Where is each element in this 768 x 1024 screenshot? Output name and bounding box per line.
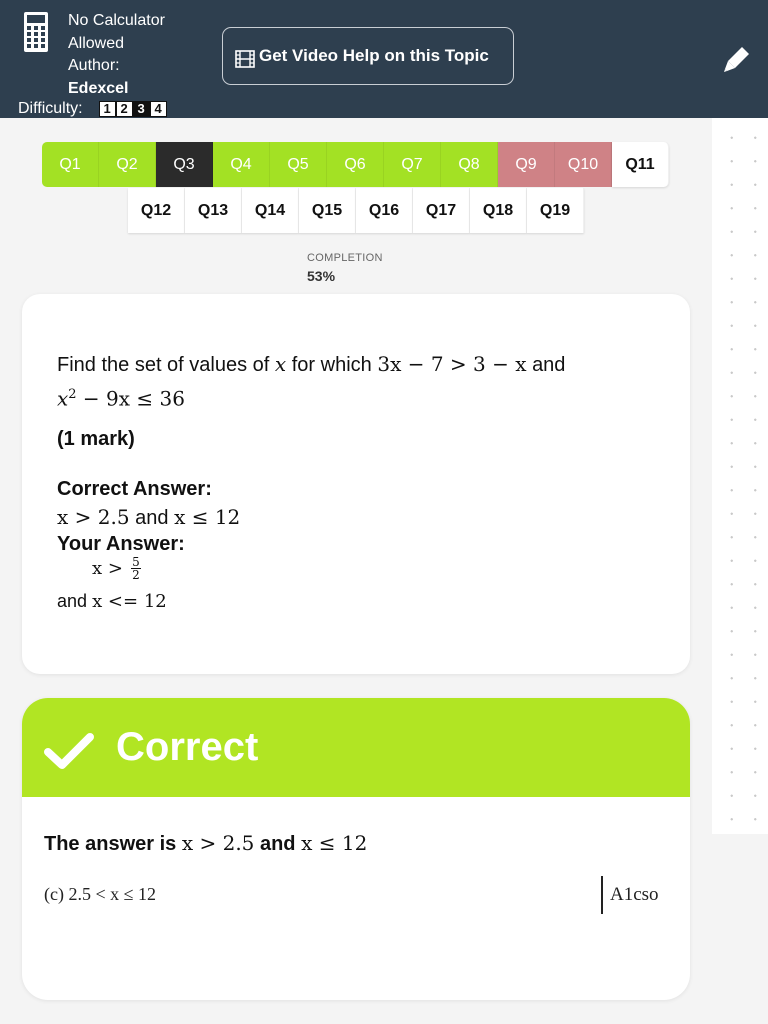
your-answer-and: and bbox=[57, 591, 88, 611]
question-text: Find the set of values of x for which 3x… bbox=[57, 350, 657, 415]
question-card: Find the set of values of x for which 3x… bbox=[22, 294, 690, 674]
question-tab-q1[interactable]: Q1 bbox=[42, 142, 99, 187]
question-tab-q14[interactable]: Q14 bbox=[242, 188, 299, 233]
your-answer-label: Your Answer: bbox=[57, 533, 185, 555]
question-tab-q12[interactable]: Q12 bbox=[128, 188, 185, 233]
feedback-answer-part-1: x > 2.5 bbox=[181, 831, 255, 855]
question-text-prefix: Find the set of values of bbox=[57, 354, 270, 376]
scratchpad-panel[interactable] bbox=[712, 118, 768, 834]
question-tab-q6[interactable]: Q6 bbox=[327, 142, 384, 187]
question-tab-q9[interactable]: Q9 bbox=[498, 142, 555, 187]
calculator-label-line2: Allowed bbox=[68, 34, 125, 52]
question-tab-q10[interactable]: Q10 bbox=[555, 142, 612, 187]
completion-label: COMPLETION bbox=[307, 252, 383, 264]
feedback-answer: The answer is x > 2.5 and x ≤ 12 bbox=[44, 831, 367, 856]
question-tab-q8[interactable]: Q8 bbox=[441, 142, 498, 187]
markscheme-divider bbox=[601, 876, 603, 914]
feedback-answer-prefix: The answer is bbox=[44, 833, 177, 855]
question-tab-q18[interactable]: Q18 bbox=[470, 188, 527, 233]
pen-icon[interactable] bbox=[722, 44, 752, 74]
question-tab-q5[interactable]: Q5 bbox=[270, 142, 327, 187]
question-meta: No Calculator Allowed Author: Edexcel bbox=[68, 10, 165, 100]
feedback-answer-and: and bbox=[259, 833, 296, 855]
feedback-title: Correct bbox=[116, 725, 259, 769]
calculator-label: No Calculator bbox=[68, 12, 165, 29]
question-inequality-2-base: x bbox=[57, 386, 69, 411]
question-tab-q11[interactable]: Q11 bbox=[612, 142, 669, 187]
question-tab-q15[interactable]: Q15 bbox=[299, 188, 356, 233]
completion-indicator: COMPLETION 53% bbox=[307, 252, 383, 284]
question-tab-q7[interactable]: Q7 bbox=[384, 142, 441, 187]
video-help-label: Get Video Help on this Topic bbox=[259, 46, 489, 65]
correct-answer-label: Correct Answer: bbox=[57, 478, 212, 500]
question-inequality-1: 3x − 7 > 3 − x bbox=[377, 352, 527, 376]
correct-answer-part-2: x ≤ 12 bbox=[174, 505, 241, 529]
correct-answer-value: x > 2.5 and x ≤ 12 bbox=[57, 505, 240, 530]
difficulty-level-4: 4 bbox=[149, 101, 167, 117]
question-tab-q13[interactable]: Q13 bbox=[185, 188, 242, 233]
question-tab-q3[interactable]: Q3 bbox=[156, 142, 213, 187]
question-variable: x bbox=[274, 352, 287, 376]
your-answer-fraction: 5 2 bbox=[130, 555, 141, 582]
film-icon bbox=[235, 50, 255, 68]
check-icon bbox=[44, 733, 94, 769]
question-tab-q4[interactable]: Q4 bbox=[213, 142, 270, 187]
correct-answer-and: and bbox=[135, 507, 169, 529]
question-nav-row-2: Q12 Q13 Q14 Q15 Q16 Q17 Q18 Q19 bbox=[128, 188, 584, 233]
completion-value: 53% bbox=[307, 268, 336, 284]
author-name: Edexcel bbox=[68, 79, 129, 97]
question-tab-q16[interactable]: Q16 bbox=[356, 188, 413, 233]
fraction-denominator: 2 bbox=[132, 568, 140, 582]
question-nav-row-1: Q1 Q2 Q3 Q4 Q5 Q6 Q7 Q8 Q9 Q10 Q11 bbox=[42, 142, 669, 187]
question-inequality-2-rest: − 9x ≤ 36 bbox=[76, 386, 185, 411]
feedback-answer-part-2: x ≤ 12 bbox=[301, 831, 368, 855]
difficulty-indicator: Difficulty: 1 2 3 4 bbox=[18, 99, 167, 119]
correct-answer-part-1: x > 2.5 bbox=[57, 505, 130, 529]
difficulty-label: Difficulty: bbox=[18, 100, 83, 117]
question-tab-q2[interactable]: Q2 bbox=[99, 142, 156, 187]
fraction-numerator: 5 bbox=[132, 555, 140, 569]
question-inequality-2-exponent: 2 bbox=[68, 387, 77, 402]
question-text-and: and bbox=[532, 354, 566, 376]
your-answer-line-2: and x <= 12 bbox=[57, 591, 167, 612]
markscheme-mark: A1cso bbox=[610, 884, 659, 905]
question-text-mid: for which bbox=[291, 354, 372, 376]
video-help-button[interactable]: Get Video Help on this Topic bbox=[222, 27, 514, 85]
top-header: No Calculator Allowed Author: Edexcel Di… bbox=[0, 0, 768, 118]
difficulty-level-1: 1 bbox=[98, 101, 116, 117]
calculator-icon bbox=[24, 12, 48, 52]
difficulty-level-3: 3 bbox=[132, 101, 150, 117]
question-tab-q17[interactable]: Q17 bbox=[413, 188, 470, 233]
author-label: Author: bbox=[68, 57, 120, 74]
question-tab-q19[interactable]: Q19 bbox=[527, 188, 584, 233]
markscheme-answer: (c) 2.5 < x ≤ 12 bbox=[44, 884, 157, 904]
your-answer-part-2: x <= 12 bbox=[92, 591, 167, 612]
feedback-card: Correct The answer is x > 2.5 and x ≤ 12… bbox=[22, 698, 690, 1000]
question-marks: (1 mark) bbox=[57, 428, 135, 450]
your-answer-line-1: x > 5 2 bbox=[92, 556, 141, 581]
your-answer-part-1: x > bbox=[92, 558, 123, 579]
difficulty-level-2: 2 bbox=[115, 101, 133, 117]
feedback-header: Correct bbox=[22, 698, 690, 797]
